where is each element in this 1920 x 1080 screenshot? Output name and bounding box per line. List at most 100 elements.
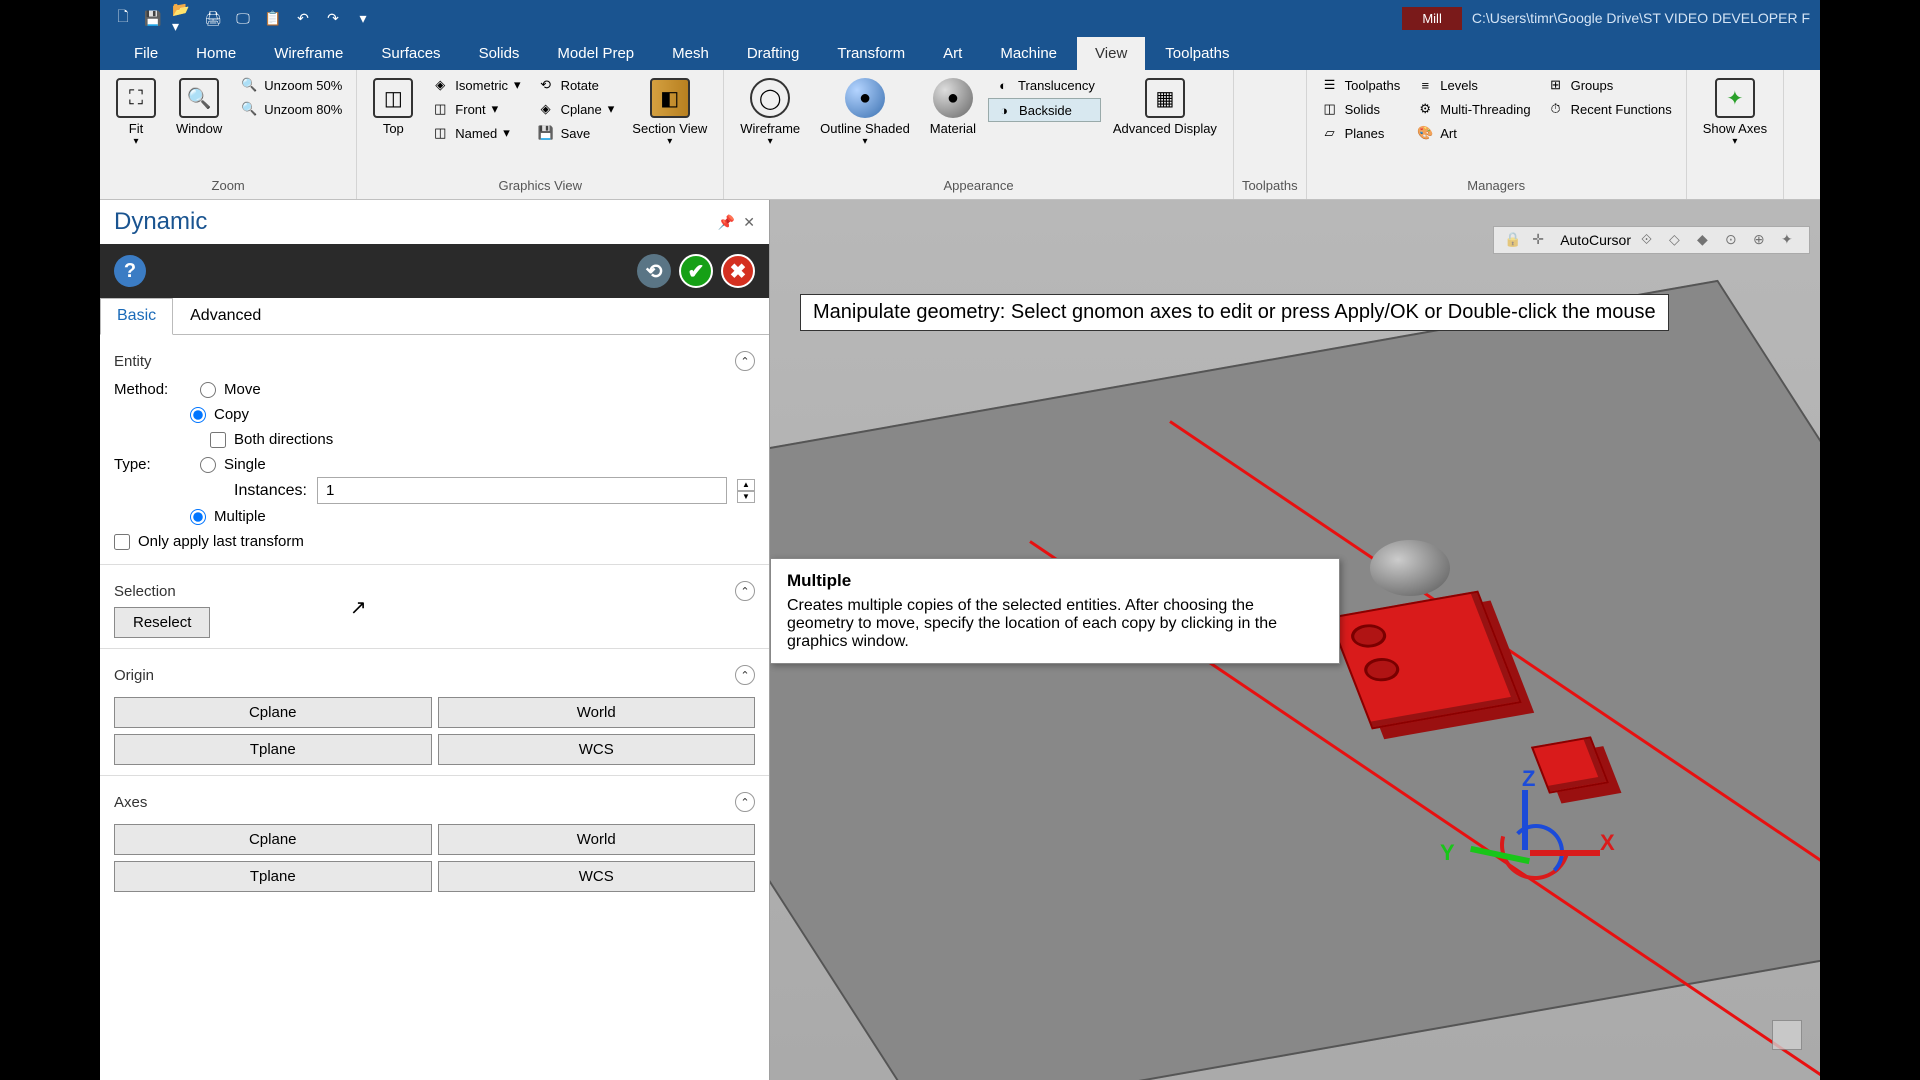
clipboard-icon[interactable]: 📋 (262, 7, 284, 29)
tab-home[interactable]: Home (178, 37, 254, 70)
undo-icon[interactable]: ↶ (292, 7, 314, 29)
screen-icon[interactable]: 🖵 (232, 7, 254, 29)
advanced-display-button[interactable]: ▦ Advanced Display (1105, 74, 1225, 140)
axis-x-handle[interactable] (1530, 850, 1600, 856)
ok-button[interactable]: ✔ (679, 254, 713, 288)
translucency-button[interactable]: ◐Translucency (988, 74, 1101, 96)
print-icon[interactable]: 🖨 (202, 7, 224, 29)
toolpaths-icon: ☰ (1321, 76, 1339, 94)
tab-wireframe[interactable]: Wireframe (256, 37, 361, 70)
levels-mgr-button[interactable]: ≡Levels (1410, 74, 1536, 96)
new-file-icon[interactable]: 🗋 (112, 7, 134, 29)
instances-up-icon[interactable]: ▲ (737, 479, 755, 491)
tab-modelprep[interactable]: Model Prep (539, 37, 652, 70)
axes-collapse-icon[interactable]: ⌃ (735, 792, 755, 812)
isometric-button[interactable]: ◈Isometric ▾ (425, 74, 526, 96)
sphere-gray-icon: ● (933, 78, 973, 118)
graphics-viewport[interactable]: Manipulate geometry: Select gnomon axes … (770, 200, 1820, 1080)
origin-collapse-icon[interactable]: ⌃ (735, 665, 755, 685)
entity-collapse-icon[interactable]: ⌃ (735, 351, 755, 371)
method-copy-radio[interactable]: Copy (190, 406, 249, 423)
selection-collapse-icon[interactable]: ⌃ (735, 581, 755, 601)
qat-customize-icon[interactable]: ▾ (352, 7, 374, 29)
axis-x-label: X (1600, 830, 1615, 856)
only-last-check[interactable]: Only apply last transform (114, 533, 304, 550)
window-button[interactable]: 🔍 Window (168, 74, 230, 140)
close-panel-icon[interactable]: ✕ (743, 214, 755, 231)
graphics-group-label: Graphics View (365, 176, 715, 195)
material-button[interactable]: ● Material (922, 74, 984, 140)
section-view-button[interactable]: ◧ Section View ▾ (624, 74, 715, 151)
window-icon: 🔍 (179, 78, 219, 118)
redo-icon[interactable]: ↷ (322, 7, 344, 29)
transform-gnomon[interactable]: X Y Z (1460, 770, 1620, 930)
tab-mesh[interactable]: Mesh (654, 37, 727, 70)
cancel-button[interactable]: ✖ (721, 254, 755, 288)
multithreading-button[interactable]: ⚙Multi-Threading (1410, 98, 1536, 120)
origin-cplane-button[interactable]: Cplane (114, 697, 432, 728)
tab-file[interactable]: File (116, 37, 176, 70)
tab-drafting[interactable]: Drafting (729, 37, 818, 70)
type-multiple-radio[interactable]: Multiple (190, 508, 266, 525)
tab-advanced-panel[interactable]: Advanced (173, 298, 278, 334)
toolpaths-mgr-button[interactable]: ☰Toolpaths (1315, 74, 1407, 96)
tab-toolpaths[interactable]: Toolpaths (1147, 37, 1247, 70)
outline-shaded-button[interactable]: ● Outline Shaded ▾ (812, 74, 918, 151)
axes-cplane-button[interactable]: Cplane (114, 824, 432, 855)
art-mgr-button[interactable]: 🎨Art (1410, 122, 1536, 144)
view-cube-icon[interactable] (1772, 1020, 1802, 1050)
open-icon[interactable]: 📂▾ (172, 7, 194, 29)
reselect-button[interactable]: Reselect (114, 607, 210, 638)
apply-button[interactable]: ⟲ (637, 254, 671, 288)
tab-machine[interactable]: Machine (982, 37, 1075, 70)
unzoom-80-button[interactable]: 🔍Unzoom 80% (234, 98, 348, 120)
type-single-radio[interactable]: Single (200, 456, 266, 473)
tab-transform[interactable]: Transform (819, 37, 923, 70)
origin-world-button[interactable]: World (438, 697, 756, 728)
instances-down-icon[interactable]: ▼ (737, 491, 755, 503)
tooltip: Multiple Creates multiple copies of the … (770, 558, 1340, 664)
front-button[interactable]: ◫Front ▾ (425, 98, 526, 120)
axes-wcs-button[interactable]: WCS (438, 861, 756, 892)
tab-surfaces[interactable]: Surfaces (363, 37, 458, 70)
groups-mgr-button[interactable]: ⊞Groups (1541, 74, 1678, 96)
prompt-bar: Manipulate geometry: Select gnomon axes … (800, 294, 1669, 331)
pin-icon[interactable]: 📌 (718, 214, 735, 231)
instances-input[interactable] (317, 477, 727, 504)
toolpaths-group-label: Toolpaths (1242, 176, 1298, 195)
tab-art[interactable]: Art (925, 37, 980, 70)
unzoom-50-button[interactable]: 🔍Unzoom 50% (234, 74, 348, 96)
rotate-button[interactable]: ⟲Rotate (531, 74, 621, 96)
axis-z-handle[interactable] (1522, 790, 1528, 850)
wireframe-button[interactable]: ◯ Wireframe ▾ (732, 74, 808, 151)
tab-view[interactable]: View (1077, 37, 1145, 70)
origin-tplane-button[interactable]: Tplane (114, 734, 432, 765)
top-button[interactable]: ◫ Top (365, 74, 421, 140)
help-button[interactable]: ? (114, 255, 146, 287)
tooltip-title: Multiple (787, 571, 1323, 591)
hole-feature (1360, 655, 1403, 683)
tab-basic[interactable]: Basic (100, 298, 173, 335)
both-directions-check[interactable]: Both directions (210, 431, 333, 448)
cplane-view-button[interactable]: ◈Cplane ▾ (531, 98, 621, 120)
show-axes-button[interactable]: ✦ Show Axes ▾ (1695, 74, 1775, 151)
planes-mgr-button[interactable]: ▱Planes (1315, 122, 1407, 144)
solids-mgr-button[interactable]: ◫Solids (1315, 98, 1407, 120)
axes-icon: ✦ (1715, 78, 1755, 118)
title-bar: 🗋 💾 📂▾ 🖨 🖵 📋 ↶ ↷ ▾ Mill C:\Users\timr\Go… (100, 0, 1820, 36)
backside-button[interactable]: ◑Backside (988, 98, 1101, 122)
origin-wcs-button[interactable]: WCS (438, 734, 756, 765)
save-icon[interactable]: 💾 (142, 7, 164, 29)
context-tab[interactable]: Mill (1402, 7, 1462, 30)
axes-tplane-button[interactable]: Tplane (114, 861, 432, 892)
named-button[interactable]: ◫Named ▾ (425, 122, 526, 144)
cplane-icon: ◈ (537, 100, 555, 118)
tooltip-body: Creates multiple copies of the selected … (787, 597, 1323, 651)
method-move-radio[interactable]: Move (200, 381, 261, 398)
save-view-button[interactable]: 💾Save (531, 122, 621, 144)
advanced-display-icon: ▦ (1145, 78, 1185, 118)
axes-world-button[interactable]: World (438, 824, 756, 855)
fit-button[interactable]: ⛶ Fit ▾ (108, 74, 164, 151)
recent-functions-button[interactable]: ⏱Recent Functions (1541, 98, 1678, 120)
tab-solids[interactable]: Solids (461, 37, 538, 70)
